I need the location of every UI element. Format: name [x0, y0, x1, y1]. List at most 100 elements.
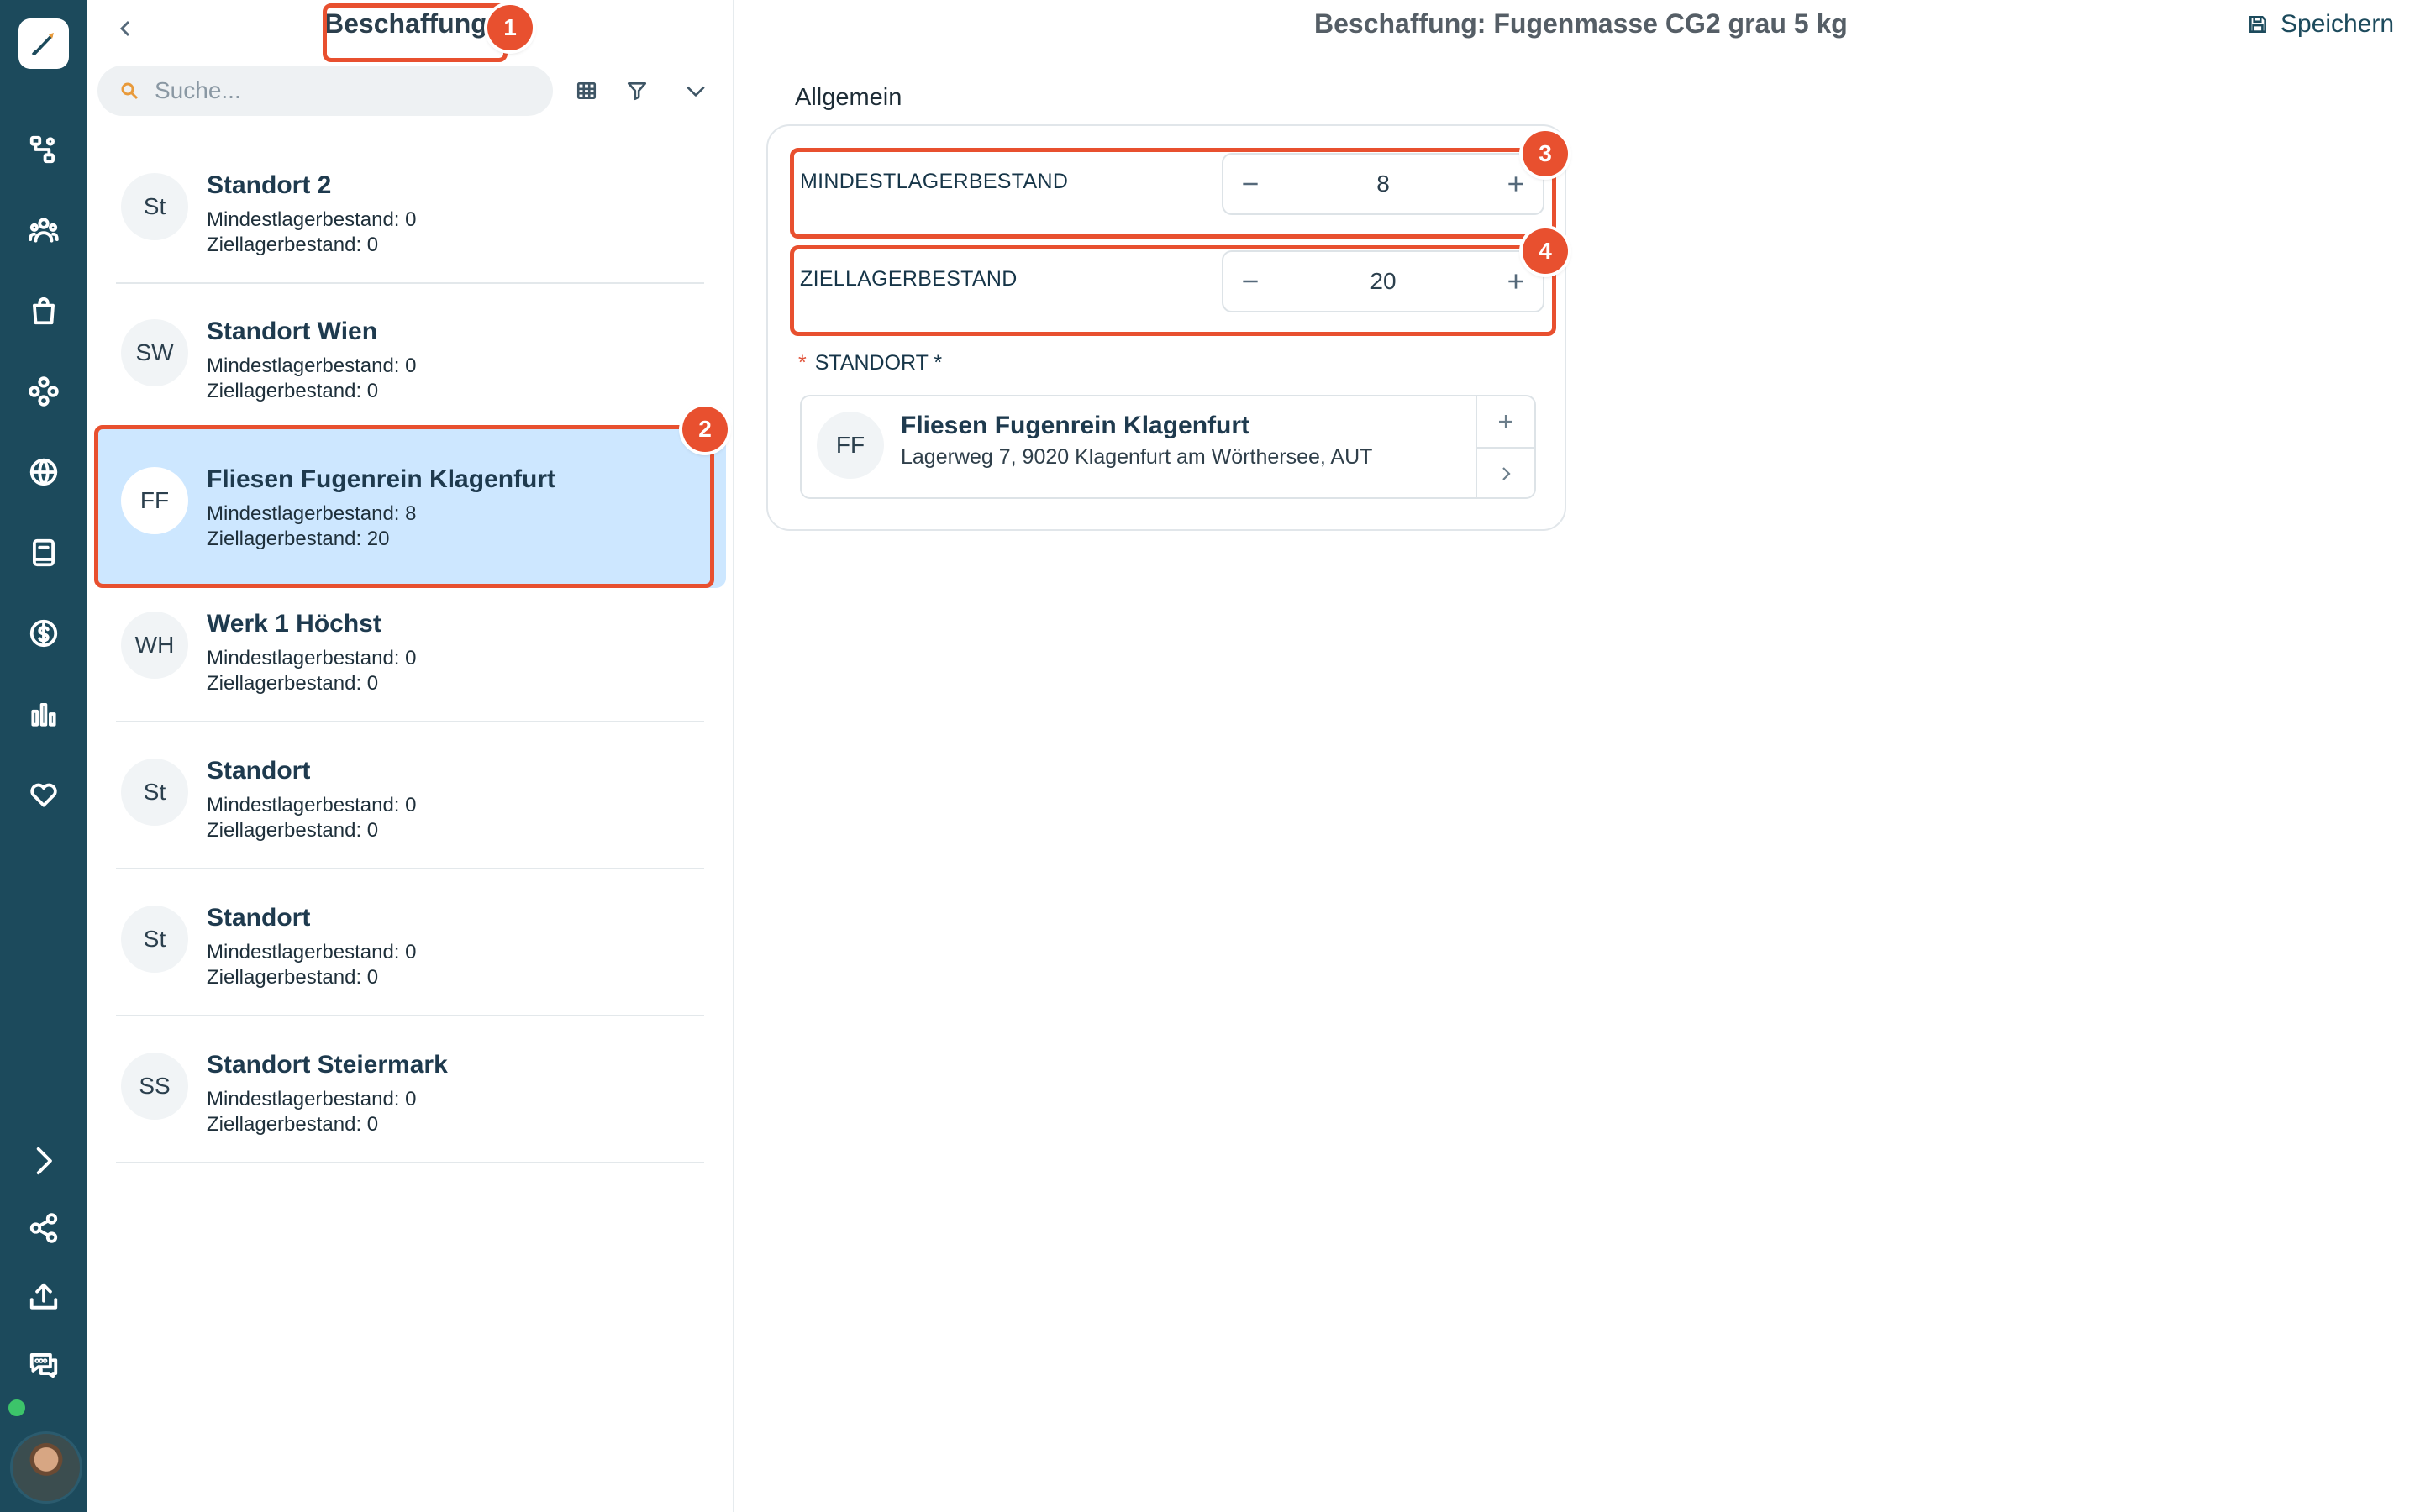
location-actions — [1476, 396, 1534, 497]
item-name: Standort — [207, 757, 311, 785]
online-status-indicator — [7, 1398, 27, 1418]
list-item[interactable]: SS Standort Steiermark Mindestlagerbesta… — [116, 1031, 704, 1163]
item-min-stock: Mindestlagerbestand: 0 — [207, 1088, 417, 1110]
floppy-disk-icon — [2249, 16, 2266, 33]
list-item[interactable]: St Standort 2 Mindestlagerbestand: 0 Zie… — [116, 151, 704, 284]
item-min-stock: Mindestlagerbestand: 0 — [207, 941, 417, 963]
min-stock-value[interactable]: 8 — [1277, 171, 1489, 197]
decrement-button[interactable] — [1223, 155, 1277, 213]
search-input[interactable] — [153, 76, 526, 105]
general-card: MINDESTLAGERBESTAND 8 ZIELLAGERBESTAND 2… — [766, 124, 1566, 531]
table-icon — [576, 82, 597, 99]
required-marker: * — [798, 351, 807, 375]
share-icon[interactable] — [22, 1206, 66, 1250]
nav-rail — [0, 0, 87, 1512]
workflow-icon[interactable] — [22, 128, 66, 171]
plus-icon — [1499, 415, 1512, 428]
initials-badge: FF — [121, 467, 188, 534]
shopping-bag-icon[interactable] — [22, 289, 66, 333]
search-icon — [121, 82, 139, 100]
initials-badge: St — [121, 906, 188, 973]
list-item[interactable]: St Standort Mindestlagerbestand: 0 Ziell… — [116, 884, 704, 1016]
section-heading: Allgemein — [795, 84, 902, 111]
filter-button[interactable] — [620, 74, 654, 108]
item-min-stock: Mindestlagerbestand: 0 — [207, 354, 417, 377]
back-button[interactable] — [109, 12, 143, 45]
item-name: Standort Wien — [207, 318, 378, 345]
item-target-stock: Ziellagerbestand: 0 — [207, 1113, 379, 1136]
item-min-stock: Mindestlagerbestand: 0 — [207, 208, 417, 231]
save-label: Speichern — [2281, 10, 2395, 38]
target-stock-row: ZIELLAGERBESTAND 20 — [793, 244, 1544, 314]
chevron-right-icon — [1502, 467, 1511, 480]
filter-icon — [627, 82, 647, 101]
minus-icon — [1243, 280, 1258, 283]
page-title: Beschaffung: Fugenmasse CG2 grau 5 kg — [1314, 8, 1848, 39]
location-reference[interactable]: FF Fliesen Fugenrein Klagenfurt Lagerweg… — [800, 395, 1536, 499]
heart-icon[interactable] — [22, 773, 66, 816]
annotation-marker: 2 — [682, 407, 728, 452]
network-icon[interactable] — [22, 370, 66, 413]
initials-badge: WH — [121, 612, 188, 679]
min-stock-row: MINDESTLAGERBESTAND 8 — [793, 146, 1544, 217]
location-name: Fliesen Fugenrein Klagenfurt — [901, 412, 1250, 439]
target-stock-stepper: 20 — [1222, 250, 1544, 312]
target-stock-value[interactable]: 20 — [1277, 268, 1489, 295]
item-min-stock: Mindestlagerbestand: 0 — [207, 794, 417, 816]
item-target-stock: Ziellagerbestand: 0 — [207, 672, 379, 695]
save-button[interactable]: Speichern — [2247, 10, 2394, 39]
item-min-stock: Mindestlagerbestand: 0 — [207, 647, 417, 669]
panel-title: Beschaffung — [324, 8, 487, 39]
list-item[interactable]: St Standort Mindestlagerbestand: 0 Ziell… — [116, 737, 704, 869]
item-target-stock: Ziellagerbestand: 0 — [207, 234, 379, 256]
item-name: Fliesen Fugenrein Klagenfurt — [207, 465, 556, 493]
open-location-button[interactable] — [1477, 447, 1534, 499]
location-field-label: * STANDORT * — [798, 351, 942, 375]
add-location-button[interactable] — [1477, 396, 1534, 447]
plus-icon — [1508, 274, 1523, 289]
bar-chart-icon[interactable] — [22, 692, 66, 736]
decrement-button[interactable] — [1223, 252, 1277, 311]
target-stock-label: ZIELLAGERBESTAND — [800, 267, 1018, 291]
annotation-marker: 3 — [1523, 131, 1568, 176]
table-view-button[interactable] — [570, 74, 603, 108]
app-logo[interactable] — [18, 18, 69, 69]
users-icon[interactable] — [22, 208, 66, 252]
brush-icon — [31, 33, 54, 55]
search-field[interactable] — [97, 66, 553, 116]
user-avatar[interactable] — [10, 1431, 82, 1504]
chat-icon[interactable] — [22, 1342, 66, 1386]
item-name: Standort — [207, 904, 311, 932]
collapse-button[interactable] — [679, 74, 713, 108]
item-target-stock: Ziellagerbestand: 0 — [207, 819, 379, 842]
chevron-left-icon — [119, 20, 130, 37]
annotation-marker: 1 — [487, 5, 533, 50]
item-target-stock: Ziellagerbestand: 20 — [207, 528, 390, 550]
detail-view: Beschaffung: Fugenmasse CG2 grau 5 kg Sp… — [734, 0, 2420, 1512]
list-item[interactable]: WH Werk 1 Höchst Mindestlagerbestand: 0 … — [116, 590, 704, 722]
item-name: Standort 2 — [207, 171, 332, 199]
list-item[interactable]: SW Standort Wien Mindestlagerbestand: 0 … — [116, 297, 704, 430]
initials-badge: St — [121, 759, 188, 826]
item-name: Werk 1 Höchst — [207, 610, 381, 638]
chevron-down-icon — [687, 86, 705, 97]
initials-badge: FF — [817, 412, 884, 479]
list-item-selected[interactable]: FF Fliesen Fugenrein Klagenfurt Mindestl… — [96, 428, 726, 588]
min-stock-label: MINDESTLAGERBESTAND — [800, 170, 1069, 193]
location-address: Lagerweg 7, 9020 Klagenfurt am Wörtherse… — [901, 445, 1373, 469]
item-name: Standort Steiermark — [207, 1051, 448, 1079]
annotation-marker: 4 — [1523, 228, 1568, 274]
plus-icon — [1508, 176, 1523, 192]
item-min-stock: Mindestlagerbestand: 8 — [207, 502, 417, 525]
min-stock-stepper: 8 — [1222, 153, 1544, 215]
minus-icon — [1243, 182, 1258, 186]
initials-badge: St — [121, 173, 188, 240]
globe-icon[interactable] — [22, 450, 66, 494]
expand-chevron-icon[interactable] — [22, 1139, 66, 1183]
book-icon[interactable] — [22, 531, 66, 575]
initials-badge: SW — [121, 319, 188, 386]
upload-icon[interactable] — [22, 1275, 66, 1319]
item-target-stock: Ziellagerbestand: 0 — [207, 966, 379, 989]
list-panel: Beschaffung St Standort 2 Mindestlagerbe… — [87, 0, 734, 1512]
dollar-icon[interactable] — [22, 612, 66, 655]
